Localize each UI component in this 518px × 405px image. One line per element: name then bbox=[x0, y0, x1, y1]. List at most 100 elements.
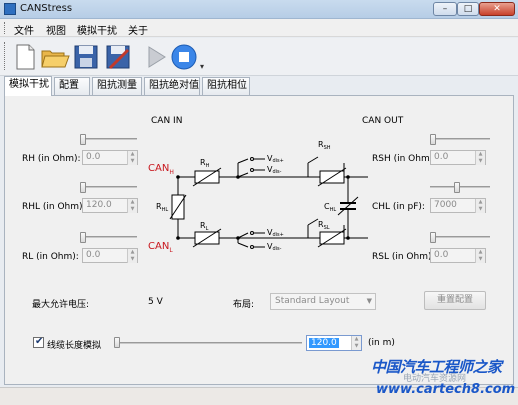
spin-down-icon[interactable]: ▼ bbox=[475, 158, 485, 165]
chl-spinbox[interactable]: 7000 ▲ ▼ bbox=[430, 198, 486, 213]
max-voltage-value: 5 V bbox=[148, 297, 163, 307]
menu-simulate[interactable]: 模拟干扰 bbox=[77, 22, 117, 37]
spin-down-icon[interactable]: ▼ bbox=[475, 206, 485, 213]
switch-blade bbox=[237, 232, 249, 239]
junction-dot bbox=[176, 236, 180, 240]
spin-up-icon[interactable]: ▲ bbox=[475, 199, 485, 206]
rhl-slider-thumb[interactable] bbox=[80, 182, 86, 193]
can-circuit-diagram: CANH CANL RH RL RHL RSH RSL CHL Vdis+ Vd… bbox=[148, 140, 368, 254]
rh-text: RH bbox=[200, 158, 210, 169]
menu-view[interactable]: 视图 bbox=[46, 22, 66, 37]
layout-dropdown[interactable]: Standard Layout ▼ bbox=[270, 293, 376, 310]
switch-blade bbox=[237, 158, 249, 164]
edit-button[interactable] bbox=[104, 42, 132, 72]
rh-spinbox[interactable]: 0.0 ▲ ▼ bbox=[82, 150, 138, 165]
title-bar: CANStress – □ ✕ bbox=[0, 0, 518, 19]
vdis-plus-bot-text: Vdis+ bbox=[267, 228, 284, 238]
menu-grip bbox=[4, 22, 6, 34]
rl-spinbox[interactable]: 0.0 ▲ ▼ bbox=[82, 248, 138, 263]
new-button[interactable] bbox=[11, 42, 39, 72]
switch-blade bbox=[237, 172, 249, 178]
rsl-label: RSL (in Ohm): bbox=[372, 252, 435, 262]
rh-slider-thumb[interactable] bbox=[80, 134, 86, 145]
save-button[interactable] bbox=[72, 42, 100, 72]
play-button[interactable] bbox=[142, 42, 170, 72]
stop-button[interactable] bbox=[170, 42, 198, 72]
rsh-spinbox[interactable]: 0.0 ▲ ▼ bbox=[430, 150, 486, 165]
rl-slider[interactable] bbox=[80, 236, 137, 238]
cable-length-checkbox[interactable]: ✔ bbox=[33, 336, 44, 348]
spin-up-icon[interactable]: ▲ bbox=[127, 199, 137, 206]
rl-label: RL (in Ohm): bbox=[22, 252, 79, 262]
open-icon bbox=[41, 50, 70, 68]
rhl-label: RHL (in Ohm): bbox=[22, 202, 86, 212]
spin-down-icon[interactable]: ▼ bbox=[127, 206, 137, 213]
rhl-value: 120.0 bbox=[86, 200, 112, 210]
rh-label: RH (in Ohm): bbox=[22, 154, 81, 164]
spin-up-icon[interactable]: ▲ bbox=[127, 249, 137, 256]
menu-about[interactable]: 关于 bbox=[128, 22, 148, 37]
tab-impedance[interactable]: 阻抗测量 bbox=[92, 77, 142, 95]
reset-config-button[interactable]: 重置配置 bbox=[424, 291, 486, 310]
vdis-minus-bot-text: Vdis- bbox=[267, 242, 282, 252]
rsh-slider[interactable] bbox=[430, 138, 490, 140]
save-icon bbox=[74, 45, 98, 69]
tab-impedance-phase[interactable]: 阻抗相位 bbox=[202, 77, 250, 95]
layout-value: Standard Layout bbox=[275, 296, 350, 306]
cable-length-slider[interactable] bbox=[116, 342, 302, 344]
spin-up-icon[interactable]: ▲ bbox=[351, 336, 361, 343]
spin-up-icon[interactable]: ▲ bbox=[475, 249, 485, 256]
rsl-spinbox[interactable]: 0.0 ▲ ▼ bbox=[430, 248, 486, 263]
play-icon bbox=[148, 46, 166, 68]
minimize-button[interactable]: – bbox=[433, 2, 457, 16]
can-h-label: CANH bbox=[148, 163, 174, 176]
rsh-label: RSH (in Ohm): bbox=[372, 154, 437, 164]
check-icon: ✔ bbox=[35, 336, 44, 347]
spin-down-icon[interactable]: ▼ bbox=[127, 256, 137, 263]
rl-value: 0.0 bbox=[86, 250, 101, 260]
tab-config[interactable]: 配置 bbox=[54, 77, 90, 95]
switch-blade bbox=[237, 242, 249, 248]
cable-length-unit: (in m) bbox=[368, 338, 395, 348]
chl-label: CHL (in pF): bbox=[372, 202, 425, 212]
vdis-plus-top-text: Vdis+ bbox=[267, 154, 284, 164]
maximize-button[interactable]: □ bbox=[457, 2, 479, 16]
junction-dot bbox=[176, 175, 180, 179]
cable-length-input[interactable]: 120.0 ▲ ▼ bbox=[306, 335, 362, 351]
rsh-switch-blade bbox=[307, 156, 319, 164]
edit-icon bbox=[106, 45, 130, 70]
close-button[interactable]: ✕ bbox=[479, 2, 515, 16]
window-title: CANStress bbox=[20, 3, 73, 14]
rsh-value: 0.0 bbox=[434, 152, 449, 162]
tab-simulate[interactable]: 模拟干扰 bbox=[4, 76, 52, 96]
max-voltage-label: 最大允许电压: bbox=[32, 300, 90, 310]
spin-down-icon[interactable]: ▼ bbox=[127, 158, 137, 165]
rsl-slider-thumb[interactable] bbox=[430, 232, 436, 243]
can-l-label: CANL bbox=[148, 241, 173, 254]
rl-text: RL bbox=[200, 221, 209, 232]
menu-bar: 文件 视图 模拟干扰 关于 bbox=[0, 19, 518, 37]
rhl-slider[interactable] bbox=[80, 186, 137, 188]
menu-file[interactable]: 文件 bbox=[14, 22, 34, 37]
tab-impedance-abs[interactable]: 阻抗绝对值 bbox=[144, 77, 200, 95]
chl-slider-thumb[interactable] bbox=[454, 182, 461, 193]
spin-down-icon[interactable]: ▼ bbox=[475, 256, 485, 263]
toolbar-overflow-icon[interactable]: ▾ bbox=[200, 62, 204, 71]
rh-slider[interactable] bbox=[80, 138, 137, 140]
chl-text: CHL bbox=[324, 202, 336, 213]
vdis-minus-top-text: Vdis- bbox=[267, 165, 282, 175]
rh-value: 0.0 bbox=[86, 152, 101, 162]
rsl-value: 0.0 bbox=[434, 250, 449, 260]
rsh-slider-thumb[interactable] bbox=[430, 134, 436, 145]
spin-up-icon[interactable]: ▲ bbox=[475, 151, 485, 158]
new-icon bbox=[16, 44, 35, 70]
open-button[interactable] bbox=[40, 42, 70, 72]
chl-value: 7000 bbox=[434, 200, 457, 210]
rl-slider-thumb[interactable] bbox=[80, 232, 86, 243]
spin-up-icon[interactable]: ▲ bbox=[127, 151, 137, 158]
cable-length-slider-thumb[interactable] bbox=[114, 337, 120, 348]
rhl-spinbox[interactable]: 120.0 ▲ ▼ bbox=[82, 198, 138, 213]
rsl-slider[interactable] bbox=[430, 236, 490, 238]
spin-down-icon[interactable]: ▼ bbox=[351, 343, 361, 350]
watermark-url: www.cartech8.com bbox=[376, 382, 516, 397]
